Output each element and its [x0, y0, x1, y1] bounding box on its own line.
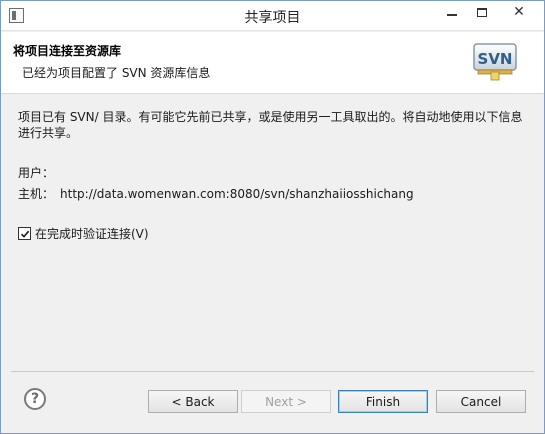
close-icon: ✕	[513, 4, 525, 20]
user-label: 用户：	[18, 166, 55, 180]
host-url: http://data.womenwan.com:8080/svn/shanzh…	[60, 187, 414, 201]
check-icon	[20, 230, 29, 238]
share-project-dialog: 共享项目 ✕ 将项目连接至资源库 已经为项目配置了 SVN 资源库信息 SVN	[0, 0, 545, 434]
maximize-button[interactable]	[468, 1, 495, 23]
host-row: 主机： http://data.womenwan.com:8080/svn/sha…	[18, 185, 420, 202]
host-label: 主机：	[18, 187, 55, 201]
footer-divider	[11, 371, 534, 372]
svn-logo-icon: SVN	[473, 43, 517, 81]
help-icon[interactable]: ?	[24, 388, 46, 410]
back-button[interactable]: < Back	[148, 390, 238, 413]
validate-connection-label[interactable]: 在完成时验证连接(V)	[35, 225, 149, 242]
maximize-icon	[476, 7, 487, 17]
next-button[interactable]: Next >	[241, 390, 331, 413]
finish-button[interactable]: Finish	[338, 390, 428, 413]
minimize-icon	[446, 14, 457, 16]
wizard-page-title: 将项目连接至资源库	[13, 44, 122, 58]
info-message: 项目已有 SVN/ 目录。有可能它先前已共享，或是使用另一工具取出的。将自动地使…	[18, 110, 523, 140]
validate-connection-option[interactable]: 在完成时验证连接(V)	[18, 225, 149, 242]
wizard-header: 将项目连接至资源库 已经为项目配置了 SVN 资源库信息 SVN	[1, 32, 544, 94]
minimize-button[interactable]	[438, 1, 465, 23]
svn-logo-text: SVN	[478, 50, 513, 68]
user-row: 用户：	[18, 164, 54, 181]
close-button[interactable]: ✕	[496, 1, 542, 23]
cancel-button[interactable]: Cancel	[436, 390, 526, 413]
title-bar[interactable]: 共享项目 ✕	[1, 1, 544, 31]
wizard-page-description: 已经为项目配置了 SVN 资源库信息	[22, 66, 211, 80]
validate-connection-checkbox[interactable]	[18, 227, 31, 240]
